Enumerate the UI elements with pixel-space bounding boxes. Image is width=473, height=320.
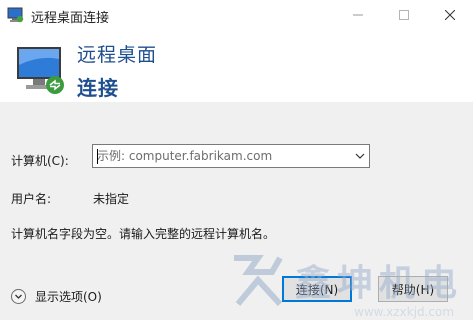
watermark: 鑫坤机电 www.xzxkjd.com xyxy=(228,250,473,320)
maximize-button[interactable] xyxy=(381,0,427,30)
computer-input[interactable] xyxy=(97,145,347,167)
close-icon xyxy=(445,10,455,20)
close-button[interactable] xyxy=(427,0,473,30)
status-message: 计算机名字段为空。请输入完整的远程计算机名。 xyxy=(11,227,276,241)
show-options-toggle[interactable]: 显示选项(O) xyxy=(11,288,102,305)
show-options-label[interactable]: 显示选项(O) xyxy=(35,288,102,305)
maximize-icon xyxy=(399,10,409,20)
watermark-brand: 鑫坤机电 xyxy=(295,263,464,304)
title-bar: 远程桌面连接 xyxy=(0,0,473,30)
watermark-url: www.xzxkjd.com xyxy=(354,305,455,319)
header-banner: 远程桌面 连接 xyxy=(0,30,473,102)
remote-desktop-app-icon[interactable] xyxy=(7,7,25,23)
computer-label: 计算机(C): xyxy=(11,154,69,168)
expand-options-button[interactable] xyxy=(11,289,26,304)
minimize-button[interactable] xyxy=(335,0,381,30)
computer-combobox[interactable] xyxy=(92,144,370,168)
window-title: 远程桌面连接 xyxy=(31,11,110,26)
banner-title-line2: 连接 xyxy=(77,76,119,100)
text-cursor xyxy=(97,149,98,164)
chevron-down-icon xyxy=(15,294,22,299)
user-label: 用户名: xyxy=(11,192,52,206)
watermark-logo xyxy=(234,255,283,307)
banner-title-line1: 远程桌面 xyxy=(77,44,158,66)
remote-desktop-monitor-icon xyxy=(17,47,64,94)
user-value: 未指定 xyxy=(93,192,130,206)
chevron-down-icon[interactable] xyxy=(354,150,366,162)
minimize-icon xyxy=(353,14,363,16)
